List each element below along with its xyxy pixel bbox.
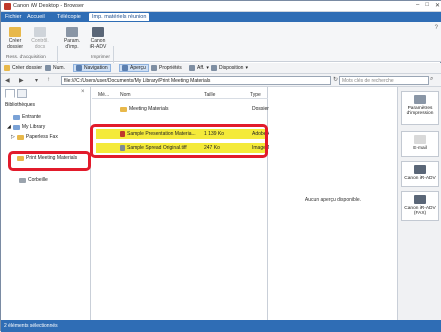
highlight-box-tree [8,151,91,171]
tab-library-icon[interactable] [5,89,15,98]
output-bar: Paramètres d'impression E-mail Canon iR-… [397,87,441,320]
title-bar: Canon iW Desktop - Browser – □ ✕ [1,1,441,12]
up-icon[interactable]: ↑ [47,77,50,83]
highlight-box-files [90,124,268,158]
toolbar-create-folder[interactable]: Créer dossier [4,65,42,71]
trash-icon [19,177,26,183]
column-m[interactable]: Mé... [98,92,109,98]
app-window: Canon iW Desktop - Browser – □ ✕ Fichier… [0,0,441,332]
documents-icon [34,27,46,37]
fax-card[interactable]: Canon iR-ADV (FAX) [401,191,439,221]
print-settings-icon [66,27,78,37]
search-input[interactable]: Mots clés de recherche [339,76,429,85]
folder-icon [4,65,10,71]
column-size[interactable]: Taille [204,92,215,98]
menu-home[interactable]: Accueil [27,14,45,20]
search-icon[interactable]: ⌕ [430,76,433,83]
scan-icon [45,65,51,71]
refresh-icon[interactable]: ↻ [333,76,338,83]
column-name[interactable]: Nom [120,92,131,98]
toolbar-preview[interactable]: Aperçu [119,64,149,72]
minimize-icon[interactable]: – [416,2,419,9]
create-folder-button[interactable]: Créer dossier [4,24,26,50]
tree-item-trash[interactable]: Corbeille [19,177,48,183]
toolbar-layout[interactable]: Disposition ▾ [211,65,248,71]
chevron-down-icon: ▾ [245,65,248,71]
file-row[interactable]: Meeting Materials Dossier [96,104,269,114]
preview-message: Aucun aperçu disponible. [304,197,362,203]
ribbon-group-acquisition: Ress. d'acquisition [6,55,46,60]
tree-item-paperless-fax[interactable]: ▷ Paperless Fax [11,134,58,140]
address-field[interactable]: file:///C:/Users/user/Documents/My Libra… [61,76,331,85]
tree-item-my-library[interactable]: ◢ My Library [7,124,45,130]
menu-file[interactable]: Fichier [5,14,22,20]
expand-icon: ◢ [7,124,11,130]
inbox-icon [13,114,20,120]
column-header: Mé... Nom Taille Type [92,89,268,99]
maximize-icon[interactable]: □ [425,2,429,9]
printer-card[interactable]: Canon iR-ADV [401,161,439,187]
tree-item-inbox[interactable]: Entrante [13,114,41,120]
ribbon-group-print: Imprimer [91,55,110,60]
layout-icon [211,65,217,71]
back-icon[interactable]: ◀ [5,77,10,84]
chevron-down-icon: ▾ [206,65,209,71]
tab-folder-icon[interactable] [17,89,27,98]
toolbar-scan[interactable]: Num. [45,65,65,71]
column-type[interactable]: Type [250,92,261,98]
toolbar: Créer dossier Num. Navigation Aperçu Pro… [1,63,441,74]
toolbar-navigation[interactable]: Navigation [73,64,111,72]
folder-icon [120,106,127,112]
canon-printer-button[interactable]: Canon iR-ADV [87,24,109,50]
menu-fax[interactable]: Télécopie [57,14,81,20]
preview-icon [122,65,128,71]
address-bar: ◀ ▶ ▾ ↑ file:///C:/Users/user/Documents/… [1,74,441,87]
toolbar-display[interactable]: Aff. ▾ [189,65,209,71]
printer-icon [414,165,426,174]
print-settings-button[interactable]: Param. d'imp. [61,24,83,50]
dropdown-icon[interactable]: ▾ [35,77,38,84]
folder-icon [16,134,24,140]
library-icon [12,124,20,130]
preview-pane: Aucun aperçu disponible. [269,87,397,320]
forward-icon[interactable]: ▶ [19,77,24,84]
file-list: Mé... Nom Taille Type Meeting Materials … [92,87,270,320]
ribbon: Créer dossier Contrôl. docs Ress. d'acqu… [1,22,441,80]
properties-icon [151,65,157,71]
print-settings-icon [414,95,426,104]
close-pane-icon[interactable]: × [81,89,85,95]
printer-icon [92,27,104,37]
print-settings-card[interactable]: Paramètres d'impression [401,91,439,125]
navigation-pane: × Bibliothèques Entrante ◢ My Library ▷ Pa… [1,87,91,320]
collapse-icon: ▷ [11,134,15,140]
help-icon[interactable]: ? [435,25,438,31]
window-title: Canon iW Desktop - Browser [13,3,84,9]
email-icon [414,135,426,144]
email-card[interactable]: E-mail [401,131,439,157]
menu-bar: Fichier Accueil Télécopie Imp. matériels… [1,12,441,22]
menu-print-meeting[interactable]: Imp. matériels réunion [89,13,150,21]
fax-icon [414,195,426,204]
app-logo-icon [4,3,11,10]
display-icon [189,65,195,71]
toolbar-properties[interactable]: Propriétés [151,65,182,71]
navigation-icon [76,65,82,71]
check-docs-button[interactable]: Contrôl. docs [29,24,51,50]
status-text: 2 éléments sélectionnés [4,323,58,329]
status-bar: 2 éléments sélectionnés [1,320,441,332]
folder-icon [9,27,21,37]
tree-libraries: Bibliothèques [5,102,36,108]
close-icon[interactable]: ✕ [435,2,440,9]
